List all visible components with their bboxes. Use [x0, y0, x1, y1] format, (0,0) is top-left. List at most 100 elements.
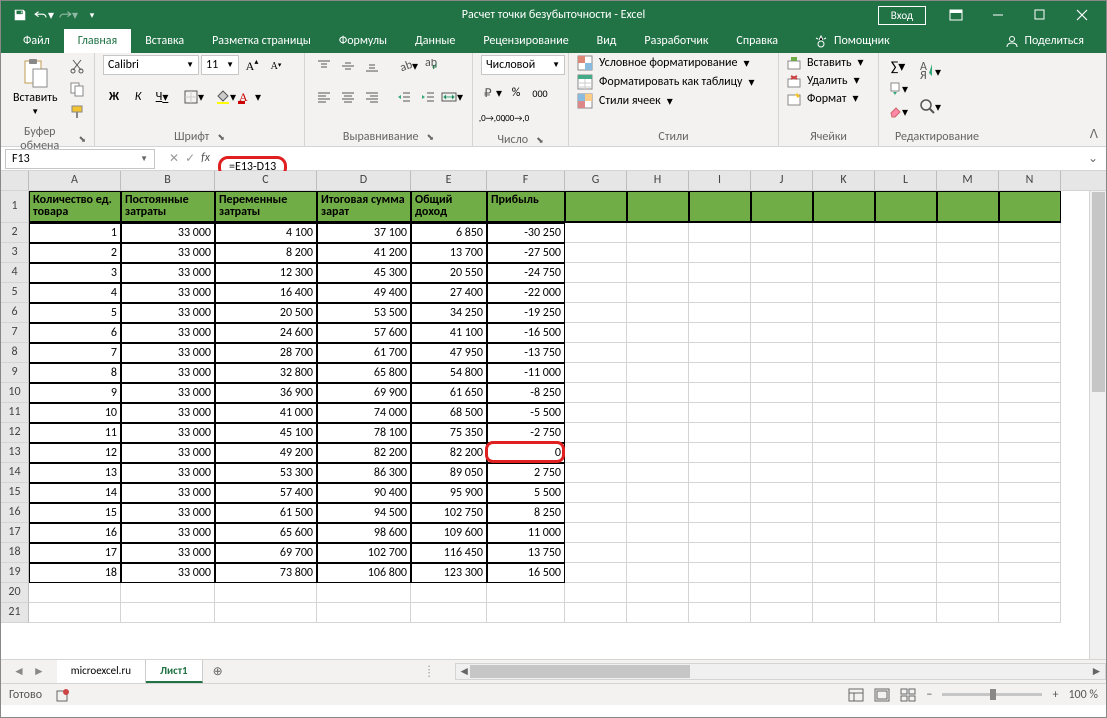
tell-me[interactable]: Помощник: [800, 29, 904, 53]
cell[interactable]: 16 500: [487, 563, 565, 583]
cell[interactable]: [937, 523, 999, 543]
cell[interactable]: 27 400: [411, 283, 487, 303]
cell[interactable]: [565, 603, 627, 623]
cell[interactable]: 41 000: [215, 403, 317, 423]
cell[interactable]: -16 500: [487, 323, 565, 343]
cell[interactable]: [875, 403, 937, 423]
cell[interactable]: [813, 583, 875, 603]
align-center-icon[interactable]: [337, 86, 359, 108]
cell[interactable]: [875, 303, 937, 323]
cell[interactable]: [999, 503, 1061, 523]
cell[interactable]: [999, 191, 1061, 223]
row-header[interactable]: 10: [1, 383, 29, 403]
cell[interactable]: [487, 603, 565, 623]
align-middle-icon[interactable]: [337, 55, 359, 77]
cell[interactable]: 49 400: [317, 283, 411, 303]
cell[interactable]: [689, 243, 751, 263]
cell[interactable]: 123 300: [411, 563, 487, 583]
cell[interactable]: 2: [29, 243, 121, 263]
cell[interactable]: [565, 443, 627, 463]
cell[interactable]: [813, 223, 875, 243]
paste-button[interactable]: Вставить▼: [9, 55, 62, 119]
cell[interactable]: [565, 523, 627, 543]
minimize-icon[interactable]: [978, 1, 1018, 29]
align-right-icon[interactable]: [361, 86, 383, 108]
view-layout-icon[interactable]: [874, 688, 890, 702]
cell[interactable]: [689, 303, 751, 323]
cell[interactable]: 13 750: [487, 543, 565, 563]
cell[interactable]: [565, 423, 627, 443]
cell[interactable]: [813, 483, 875, 503]
cell[interactable]: 94 500: [317, 503, 411, 523]
cell[interactable]: [627, 543, 689, 563]
cell[interactable]: 36 900: [215, 383, 317, 403]
close-icon[interactable]: [1062, 1, 1102, 29]
sheet-tab[interactable]: microexcel.ru: [57, 660, 146, 683]
cell[interactable]: 33 000: [121, 343, 215, 363]
zoom-level[interactable]: 100 %: [1068, 688, 1098, 702]
zoom-slider[interactable]: [942, 693, 1042, 696]
cell[interactable]: [937, 543, 999, 563]
table-header-cell[interactable]: Постоянные затраты: [121, 191, 215, 223]
increase-font-icon[interactable]: A▴: [241, 55, 263, 77]
cell[interactable]: 16 400: [215, 283, 317, 303]
align-bottom-icon[interactable]: [361, 55, 383, 77]
increase-indent-icon[interactable]: [417, 86, 439, 108]
fill-color-icon[interactable]: ▾: [215, 86, 237, 108]
cell[interactable]: [565, 383, 627, 403]
cell[interactable]: 37 100: [317, 223, 411, 243]
cell[interactable]: [751, 383, 813, 403]
cell[interactable]: [937, 343, 999, 363]
cell[interactable]: 116 450: [411, 543, 487, 563]
cell[interactable]: 5 500: [487, 483, 565, 503]
column-header[interactable]: D: [317, 171, 411, 190]
cell[interactable]: [813, 383, 875, 403]
borders-icon[interactable]: ▾: [183, 86, 205, 108]
cell[interactable]: 5: [29, 303, 121, 323]
wrap-text-icon[interactable]: ab: [421, 55, 443, 77]
cell[interactable]: [813, 263, 875, 283]
cell[interactable]: [999, 363, 1061, 383]
orientation-icon[interactable]: ab▾: [397, 55, 419, 77]
row-header[interactable]: 8: [1, 343, 29, 363]
cell[interactable]: 33 000: [121, 443, 215, 463]
cell[interactable]: [875, 443, 937, 463]
collapse-ribbon-icon[interactable]: ᐱ: [1090, 127, 1098, 142]
number-format-combo[interactable]: Числовой▼: [481, 55, 565, 75]
cell[interactable]: [565, 343, 627, 363]
cell[interactable]: [875, 423, 937, 443]
cell[interactable]: [875, 223, 937, 243]
spreadsheet-grid[interactable]: ABCDEFGHIJKLMN 1Количество ед. товараПос…: [1, 171, 1106, 659]
sheet-nav-prev-icon[interactable]: ◄: [13, 664, 25, 679]
find-select-icon[interactable]: ▾: [919, 90, 941, 124]
cell[interactable]: [215, 603, 317, 623]
cell[interactable]: [627, 343, 689, 363]
cell[interactable]: [751, 603, 813, 623]
cell[interactable]: 61 650: [411, 383, 487, 403]
italic-button[interactable]: К: [127, 86, 149, 108]
cell[interactable]: [627, 603, 689, 623]
cell[interactable]: 33 000: [121, 223, 215, 243]
cell[interactable]: [751, 323, 813, 343]
cell[interactable]: [875, 603, 937, 623]
cell[interactable]: [627, 223, 689, 243]
cell[interactable]: [875, 243, 937, 263]
ribbon-tab-вид[interactable]: Вид: [583, 29, 631, 53]
cell[interactable]: [565, 191, 627, 223]
ribbon-tab-данные[interactable]: Данные: [401, 29, 469, 53]
dialog-launcher-icon[interactable]: ⬊: [536, 135, 544, 146]
cell[interactable]: [627, 303, 689, 323]
cell[interactable]: [751, 443, 813, 463]
cell[interactable]: [751, 403, 813, 423]
cell[interactable]: [937, 303, 999, 323]
vertical-scrollbar[interactable]: [1089, 191, 1106, 659]
cell[interactable]: [565, 463, 627, 483]
cell[interactable]: [689, 323, 751, 343]
cell[interactable]: [875, 543, 937, 563]
cell[interactable]: [487, 583, 565, 603]
font-size-combo[interactable]: 11▼: [201, 55, 239, 75]
cell[interactable]: 7: [29, 343, 121, 363]
clear-icon[interactable]: ▾: [887, 101, 909, 123]
column-header[interactable]: E: [411, 171, 487, 190]
fx-icon[interactable]: fx: [201, 151, 210, 166]
